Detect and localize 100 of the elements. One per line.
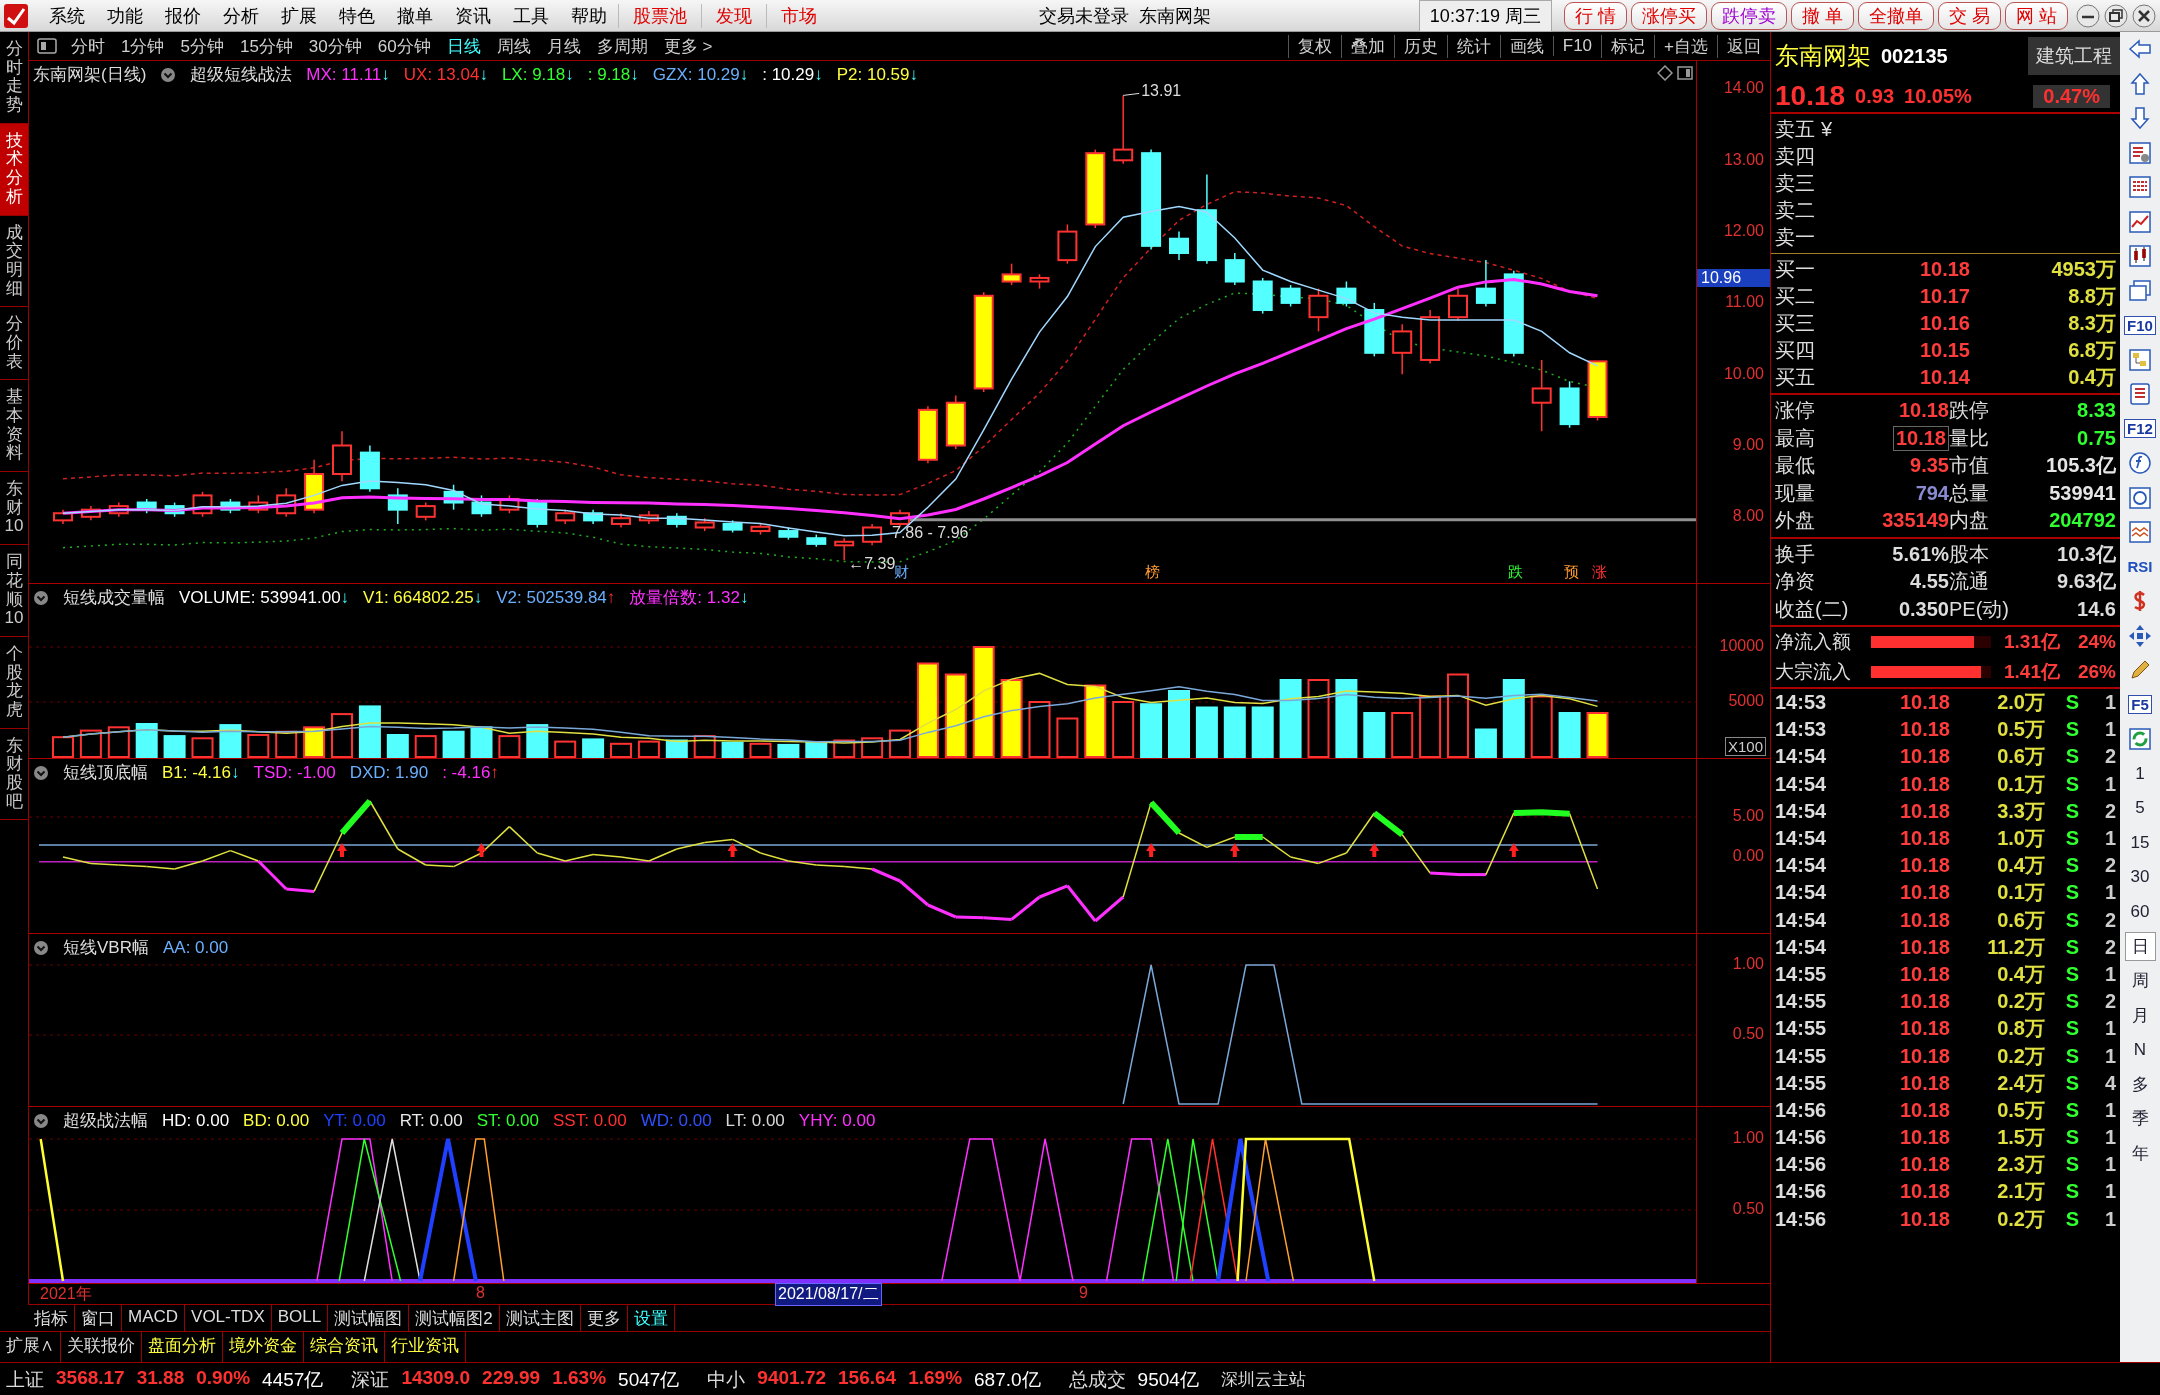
period-button[interactable]: 5: [2129, 796, 2151, 821]
tool-button[interactable]: RSI: [2125, 558, 2155, 576]
chart-tool-button[interactable]: +自选: [1654, 34, 1717, 58]
chart-tool-button[interactable]: 标记: [1601, 34, 1655, 58]
table-icon[interactable]: [2127, 174, 2153, 201]
chart-tool-button[interactable]: 返回: [1717, 34, 1770, 58]
refresh-icon[interactable]: [2127, 726, 2153, 753]
report-icon[interactable]: [2127, 139, 2153, 166]
menu-item[interactable]: 功能: [96, 3, 154, 28]
quick-action-button[interactable]: 行 情: [1563, 1, 1627, 30]
event-marker[interactable]: 预: [1561, 563, 1581, 583]
indicator-tab[interactable]: 测试幅图2: [409, 1305, 500, 1331]
period-tab[interactable]: 日线: [438, 34, 489, 58]
period-tab[interactable]: 60分钟: [369, 34, 439, 58]
menu-item[interactable]: 特色: [328, 3, 386, 28]
period-tab[interactable]: 分时: [63, 34, 113, 58]
close-icon[interactable]: [2132, 3, 2156, 28]
hierarchy-icon[interactable]: [2127, 346, 2153, 373]
sector-label[interactable]: 建筑工程: [2028, 37, 2120, 75]
indicator-tab[interactable]: 测试幅图: [328, 1305, 410, 1331]
menu-item[interactable]: 扩展: [270, 3, 328, 28]
wave-chart-icon[interactable]: [2127, 519, 2153, 546]
period-button[interactable]: 30: [2124, 865, 2156, 890]
collapse-icon[interactable]: [160, 66, 177, 83]
event-marker[interactable]: 跌: [1505, 563, 1525, 583]
period-tab[interactable]: 5分钟: [172, 34, 232, 58]
minimize-icon[interactable]: [2076, 3, 2100, 28]
chart-tool-button[interactable]: 历史: [1393, 34, 1447, 58]
side-tab[interactable]: 成交明细: [0, 215, 28, 308]
period-tab[interactable]: 多周期: [588, 34, 656, 58]
quick-action-button[interactable]: 跌停卖: [1710, 1, 1787, 30]
period-button[interactable]: 15: [2124, 830, 2156, 855]
collapse-icon[interactable]: [33, 764, 49, 781]
candlestick-icon[interactable]: [2127, 243, 2153, 270]
quick-action-button[interactable]: 全撤单: [1857, 1, 1934, 30]
period-tab[interactable]: 周线: [488, 34, 539, 58]
extension-tab[interactable]: 关联报价: [61, 1332, 142, 1362]
chart-tool-button[interactable]: 统计: [1446, 34, 1500, 58]
chart-tool-button[interactable]: 画线: [1499, 34, 1553, 58]
period-button[interactable]: 月: [2125, 1001, 2155, 1029]
menu-item[interactable]: 工具: [502, 3, 560, 28]
period-button[interactable]: N: [2127, 1037, 2153, 1062]
indicator-tab[interactable]: BOLL: [271, 1305, 329, 1331]
extension-tab[interactable]: 境外资金: [223, 1332, 304, 1362]
indicator-tab[interactable]: 指标: [28, 1305, 75, 1331]
side-tab[interactable]: 东财10: [0, 472, 28, 546]
period-tab[interactable]: 1分钟: [113, 34, 173, 58]
menu-item[interactable]: 发现: [701, 3, 766, 28]
extension-tab[interactable]: 扩展∧: [0, 1332, 61, 1362]
collapse-icon[interactable]: [33, 589, 49, 606]
side-tab[interactable]: 分价表: [0, 307, 28, 381]
indicator-tab[interactable]: 测试主图: [499, 1305, 581, 1331]
indicator-tab[interactable]: 窗口: [75, 1305, 122, 1331]
event-marker[interactable]: 榜: [1143, 563, 1163, 583]
extension-tab[interactable]: 盘面分析: [142, 1332, 223, 1362]
menu-item[interactable]: 分析: [212, 3, 270, 28]
menu-item[interactable]: 市场: [766, 3, 831, 28]
function-icon[interactable]: [2127, 450, 2153, 477]
period-button[interactable]: 年: [2125, 1139, 2155, 1167]
side-tab[interactable]: 分时走势: [0, 32, 28, 124]
event-marker[interactable]: 涨: [1589, 563, 1609, 583]
indicator-tab[interactable]: VOL-TDX: [185, 1305, 272, 1331]
menu-item[interactable]: 撤单: [386, 3, 444, 28]
period-tab[interactable]: 月线: [538, 34, 589, 58]
period-button[interactable]: 60: [2124, 899, 2156, 924]
chart-tool-button[interactable]: 叠加: [1340, 34, 1394, 58]
collapse-icon[interactable]: [33, 939, 49, 956]
period-tab[interactable]: 更多 >: [655, 34, 721, 58]
indicator-tab[interactable]: MACD: [122, 1305, 186, 1331]
side-tab[interactable]: 同花顺10: [0, 545, 28, 637]
extension-tab[interactable]: 行业资讯: [385, 1332, 466, 1362]
period-button[interactable]: 季: [2125, 1105, 2155, 1133]
tool-button[interactable]: F10: [2124, 315, 2156, 335]
stacked-windows-icon[interactable]: [2127, 277, 2153, 304]
panel-toggle-icon[interactable]: [1677, 65, 1693, 82]
side-tab[interactable]: 东财股吧: [0, 728, 28, 821]
quick-action-button[interactable]: 交 易: [1937, 1, 2001, 30]
quick-action-button[interactable]: 涨停买: [1630, 1, 1707, 30]
menu-item[interactable]: 系统: [38, 3, 96, 28]
diamond-icon[interactable]: [1657, 65, 1673, 82]
menu-item[interactable]: 报价: [154, 3, 212, 28]
tool-button[interactable]: F5: [2128, 695, 2152, 715]
indicator-tab[interactable]: 设置: [627, 1305, 675, 1331]
side-tab[interactable]: 技术分析: [0, 123, 28, 216]
indicator-tab[interactable]: 更多: [580, 1305, 628, 1331]
period-tab[interactable]: 15分钟: [231, 34, 301, 58]
menu-item[interactable]: 资讯: [444, 3, 502, 28]
period-button[interactable]: 周: [2125, 967, 2155, 995]
extension-tab[interactable]: 综合资讯: [304, 1332, 385, 1362]
side-tab[interactable]: 基本资料: [0, 380, 28, 473]
quick-action-button[interactable]: 撤 单: [1790, 1, 1854, 30]
restore-icon[interactable]: [2104, 3, 2128, 28]
period-button[interactable]: 1: [2129, 761, 2151, 786]
menu-item[interactable]: 帮助: [560, 3, 618, 28]
menu-item[interactable]: 股票池: [618, 3, 701, 28]
line-chart-icon[interactable]: [2127, 208, 2153, 235]
side-tab[interactable]: 个股龙虎: [0, 636, 28, 729]
period-tab[interactable]: 30分钟: [300, 34, 370, 58]
panel-toggle-icon[interactable]: [37, 38, 57, 55]
document-icon[interactable]: [2127, 381, 2153, 408]
